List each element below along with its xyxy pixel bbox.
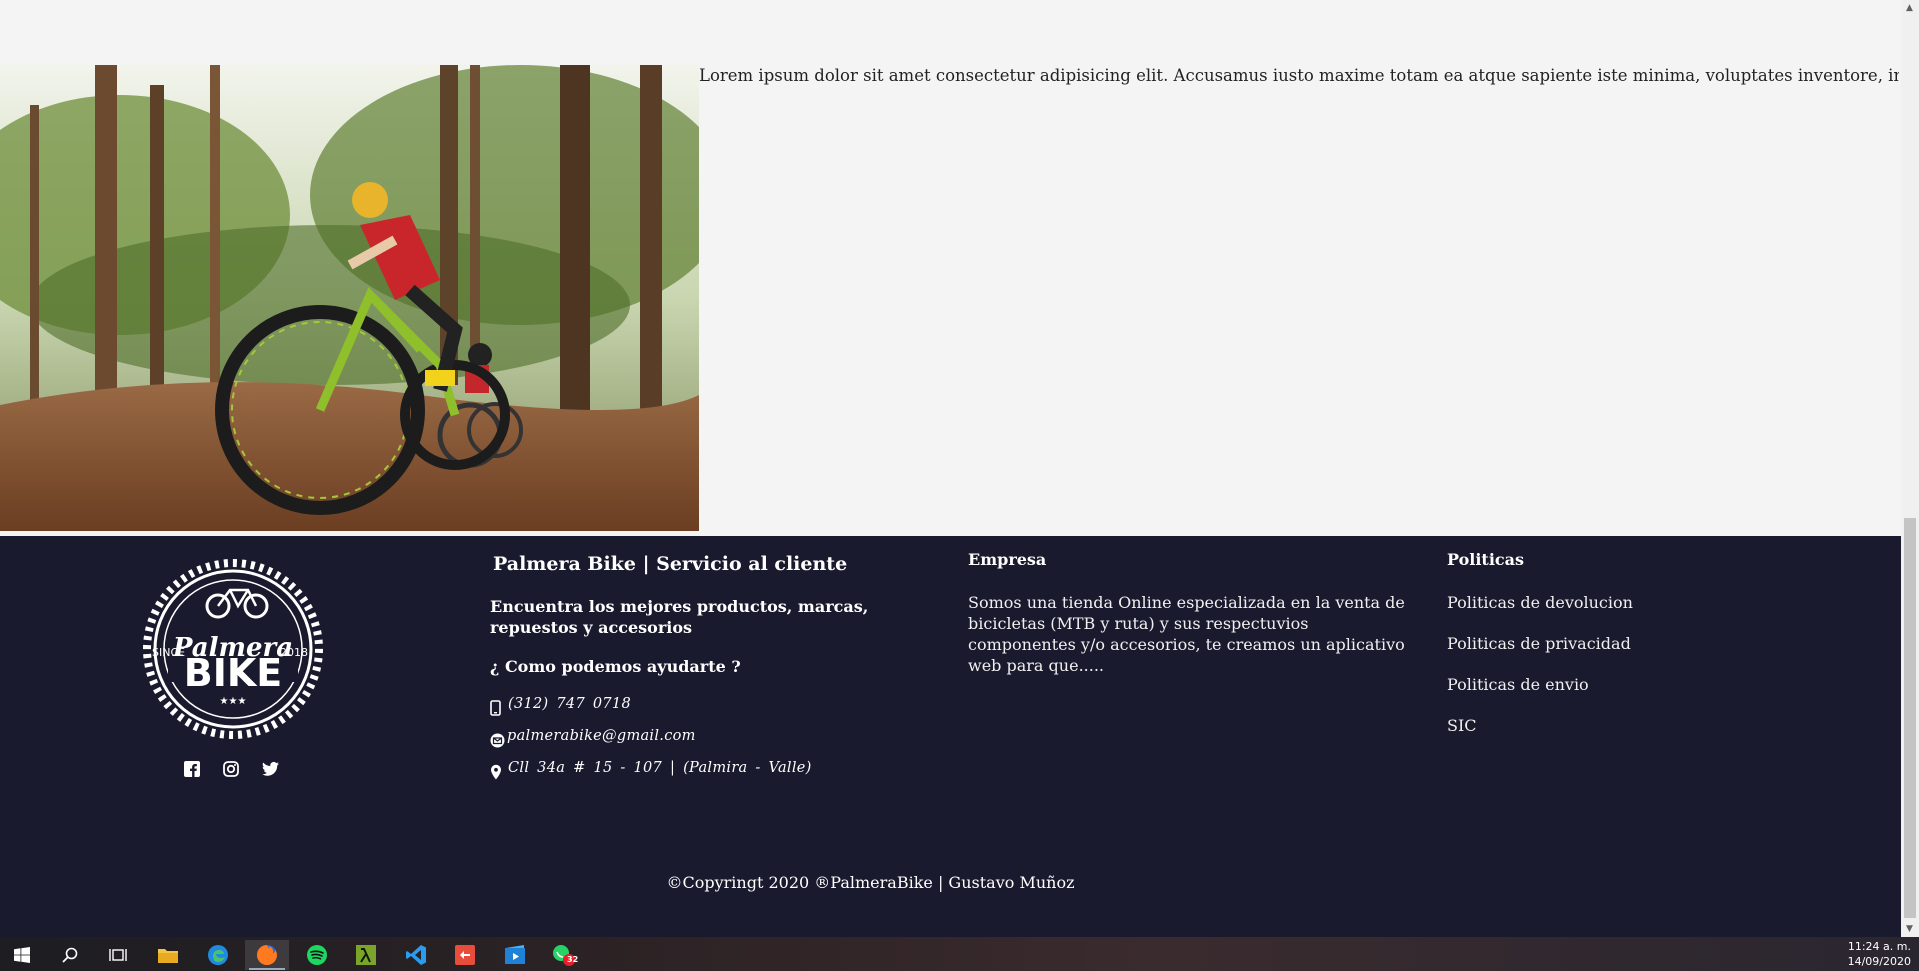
search-icon[interactable] — [48, 940, 92, 970]
company-title: Empresa — [968, 550, 1047, 569]
mountain-bike-photo — [0, 65, 699, 531]
customer-service-column: Palmera Bike | Servicio al cliente Encue… — [490, 550, 910, 784]
customer-service-title: Palmera Bike | Servicio al cliente — [493, 553, 848, 575]
windows-start-icon[interactable] — [0, 940, 44, 970]
company-column: Empresa Somos una tienda Online especial… — [968, 548, 1408, 676]
lambda-app-icon[interactable] — [344, 940, 388, 970]
file-explorer-icon[interactable] — [146, 940, 190, 970]
clock-date: 14/09/2020 — [1847, 955, 1911, 968]
policies-column: Politicas Politicas de devolucion Politi… — [1447, 548, 1747, 756]
spotify-icon[interactable] — [295, 940, 339, 970]
facebook-icon[interactable] — [184, 761, 202, 779]
intro-paragraph: Lorem ipsum dolor sit amet consectetur a… — [699, 66, 1899, 85]
policies-title: Politicas — [1447, 550, 1525, 569]
svg-text:★★★: ★★★ — [220, 696, 247, 707]
logo-text-bike: BIKE — [184, 651, 283, 695]
policy-link-shipping[interactable]: Politicas de envio — [1447, 674, 1747, 715]
envelope-icon — [490, 728, 505, 748]
help-heading: ¿ Como podemos ayudarte ? — [490, 657, 741, 676]
palmera-bike-logo[interactable]: Palmera BIKE SINCE 2018 ★★★ — [130, 556, 336, 742]
scroll-up-arrow-icon[interactable]: ▲ — [1906, 4, 1914, 13]
notification-badge: 32 — [567, 955, 579, 964]
phone-icon — [490, 696, 504, 716]
phone-number: (312) 747 0718 — [508, 696, 631, 712]
system-clock[interactable]: 11:24 a. m. 14/09/2020 — [1841, 939, 1911, 969]
logo-text-since: SINCE — [152, 646, 185, 659]
video-app-icon[interactable] — [493, 940, 537, 970]
address-contact: Cll 34a # 15 - 107 | (Palmira - Valle) — [490, 752, 910, 784]
policy-link-privacy[interactable]: Politicas de privacidad — [1447, 633, 1747, 674]
page-scrollbar[interactable]: ▲ ▼ — [1901, 0, 1919, 937]
clock-time: 11:24 a. m. — [1847, 940, 1911, 953]
copyright-text: ©Copyringt 2020 ®PalmeraBike | Gustavo M… — [666, 873, 1075, 892]
logo-text-year: 2018 — [280, 646, 308, 659]
edge-icon[interactable] — [196, 940, 240, 970]
phone-contact[interactable]: (312) 747 0718 — [490, 688, 910, 720]
page-content: Lorem ipsum dolor sit amet consectetur a… — [0, 0, 1901, 937]
email-address: palmerabike@gmail.com — [507, 728, 696, 744]
windows-taskbar: 32 11:24 a. m. 14/09/2020 — [0, 937, 1919, 971]
site-footer: Palmera BIKE SINCE 2018 ★★★ Palmera Bike… — [0, 536, 1901, 937]
twitter-icon[interactable] — [262, 761, 280, 779]
street-address: Cll 34a # 15 - 107 | (Palmira - Valle) — [508, 760, 812, 776]
whatsapp-icon[interactable]: 32 — [542, 940, 586, 970]
map-pin-icon — [490, 760, 504, 780]
firefox-icon[interactable] — [245, 940, 289, 970]
copyright-notice: ©Copyringt 2020 ®PalmeraBike | Gustavo M… — [0, 872, 1901, 894]
policy-link-sic[interactable]: SIC — [1447, 715, 1747, 756]
task-view-icon[interactable] — [96, 940, 140, 970]
scroll-down-arrow-icon[interactable]: ▼ — [1906, 925, 1914, 934]
email-contact[interactable]: palmerabike@gmail.com — [490, 720, 910, 752]
scrollbar-thumb[interactable] — [1904, 518, 1916, 918]
instagram-icon[interactable] — [223, 761, 241, 779]
git-icon[interactable] — [443, 940, 487, 970]
vscode-icon[interactable] — [394, 940, 438, 970]
company-description: Somos una tienda Online especializada en… — [968, 593, 1405, 675]
social-links — [184, 761, 284, 781]
tagline: Encuentra los mejores productos, marcas,… — [490, 597, 869, 637]
policy-link-returns[interactable]: Politicas de devolucion — [1447, 592, 1747, 633]
